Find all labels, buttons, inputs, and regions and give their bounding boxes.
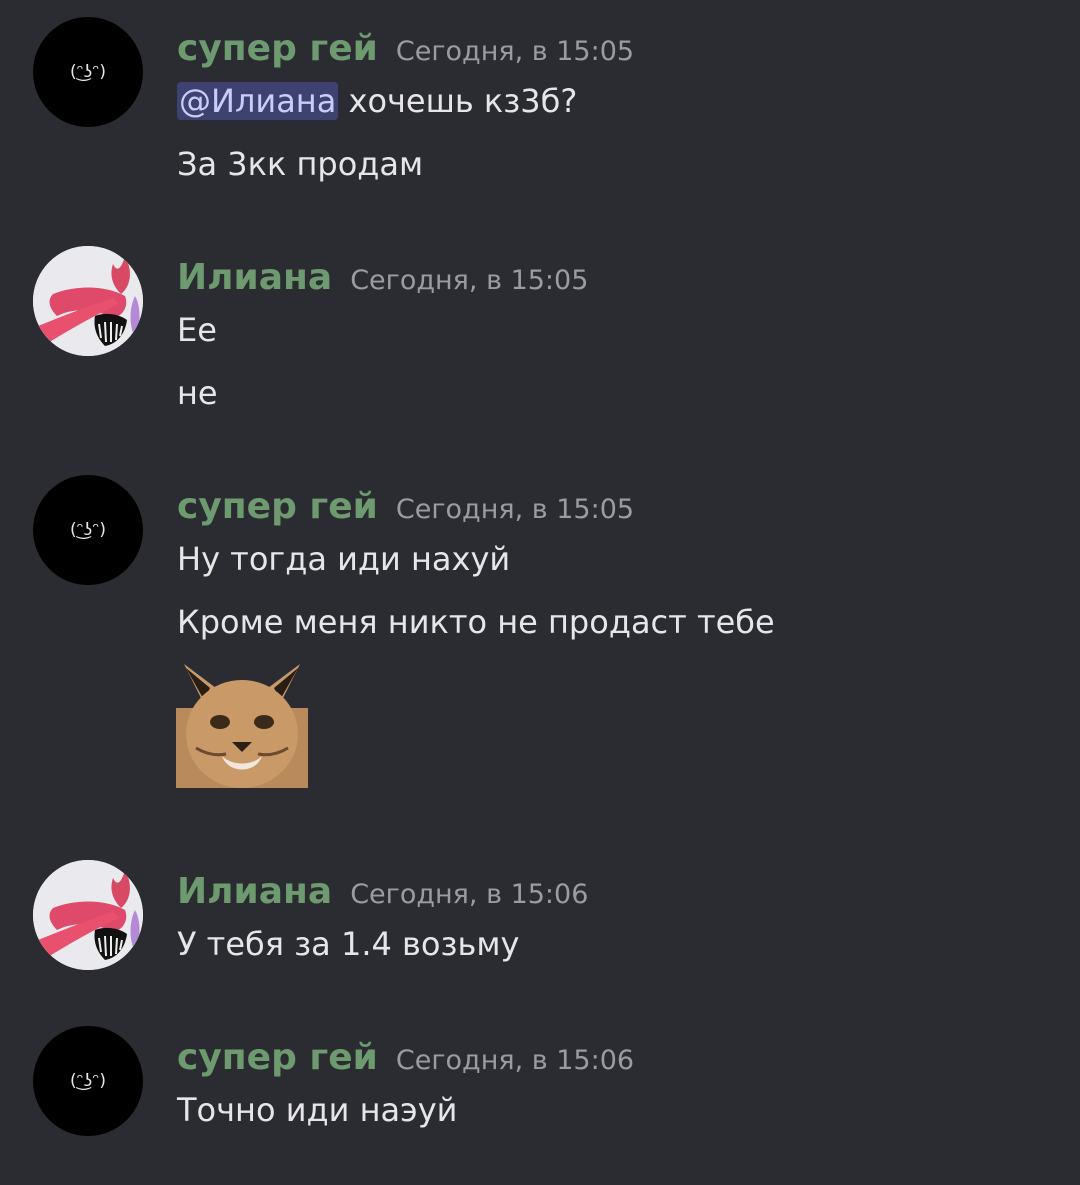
message-text-content: хочешь кз3б? <box>338 82 578 120</box>
floppa-cat-sticker[interactable] <box>176 664 308 788</box>
user-avatar[interactable] <box>33 860 143 970</box>
lenny-face-icon: (ᵔ͜ʖᵔ) <box>69 1071 106 1091</box>
lenny-face-icon: (ᵔ͜ʖᵔ) <box>69 520 106 540</box>
message-text: Точно иди наэуй <box>177 1091 458 1129</box>
user-avatar[interactable]: (ᵔ͜ʖᵔ) <box>33 1026 143 1136</box>
username[interactable]: Илиана <box>177 871 332 912</box>
message-text: У тебя за 1.4 возьму <box>177 925 520 963</box>
username[interactable]: супер гей <box>177 28 378 69</box>
demon-avatar-icon <box>33 860 143 970</box>
message-text: не <box>177 374 218 412</box>
username[interactable]: Илиана <box>177 257 332 298</box>
user-avatar[interactable] <box>33 246 143 356</box>
username[interactable]: супер гей <box>177 1037 378 1078</box>
message-text: Кроме меня никто не продаст тебе <box>177 603 775 641</box>
message-text: За 3кк продам <box>177 145 424 183</box>
message-text: Ee <box>177 311 217 349</box>
timestamp: Сегодня, в 15:05 <box>350 265 589 296</box>
lenny-face-icon: (ᵔ͜ʖᵔ) <box>69 62 106 82</box>
message-text: @Илиана хочешь кз3б? <box>177 82 577 120</box>
user-avatar[interactable]: (ᵔ͜ʖᵔ) <box>33 17 143 127</box>
message-text: Ну тогда иди нахуй <box>177 540 511 578</box>
username[interactable]: супер гей <box>177 486 378 527</box>
message-header: супер гей Сегодня, в 15:05 <box>177 486 634 527</box>
user-mention[interactable]: @Илиана <box>177 82 339 120</box>
message-header: супер гей Сегодня, в 15:06 <box>177 1037 634 1078</box>
timestamp: Сегодня, в 15:06 <box>395 1045 635 1076</box>
timestamp: Сегодня, в 15:05 <box>395 36 635 67</box>
message-header: Илиана Сегодня, в 15:06 <box>177 871 588 912</box>
user-avatar[interactable]: (ᵔ͜ʖᵔ) <box>33 475 143 585</box>
demon-avatar-icon <box>33 246 143 356</box>
message-header: Илиана Сегодня, в 15:05 <box>177 257 588 298</box>
message-header: супер гей Сегодня, в 15:05 <box>177 28 634 69</box>
cat-sticker-icon <box>176 664 308 788</box>
timestamp: Сегодня, в 15:05 <box>395 494 635 525</box>
timestamp: Сегодня, в 15:06 <box>350 879 589 910</box>
